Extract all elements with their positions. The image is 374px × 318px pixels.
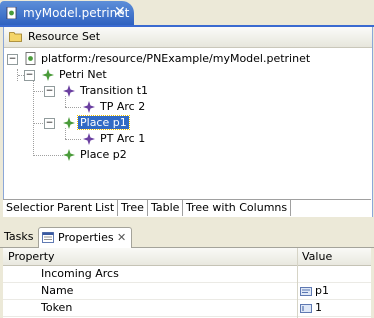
tree-item-root[interactable]: platform:/resource/PNExample/myModel.pet…: [41, 52, 310, 65]
transition-icon: [63, 85, 75, 97]
number-value-icon: [300, 304, 312, 313]
resource-set-label: Resource Set: [28, 30, 101, 43]
tree-connector: [65, 128, 66, 139]
place-icon: [63, 149, 75, 161]
tree-connector: [33, 155, 63, 156]
editor-panel: Resource Set − platform:/resource/PNExam…: [3, 27, 373, 217]
properties-icon: [42, 232, 54, 243]
tab-tree-with-columns[interactable]: Tree with Columns: [183, 200, 292, 216]
tree-item-transition[interactable]: Transition t1: [80, 84, 148, 97]
table-row[interactable]: Incoming Arcs: [3, 266, 371, 283]
property-name: Name: [41, 284, 74, 297]
tree-item-pt-arc[interactable]: PT Arc 1: [100, 132, 145, 145]
arc-icon: [83, 133, 95, 145]
property-value: 1: [315, 301, 322, 314]
tree-item-place-p1[interactable]: Place p1: [77, 115, 130, 130]
tree-connector: [33, 91, 43, 92]
tree-connector: [65, 139, 81, 140]
tree-connector: [65, 96, 66, 107]
file-icon: [6, 7, 17, 19]
editor-page-tabs: Selection Parent List Tree Table Tree wi…: [3, 199, 371, 217]
editor-tab-bar: myModel.petrinet ✕: [0, 0, 374, 26]
tab-tree[interactable]: Tree: [118, 200, 148, 216]
collapse-toggle-petri-net[interactable]: −: [24, 70, 35, 81]
column-divider: [297, 248, 298, 318]
tree-item-place-p2[interactable]: Place p2: [80, 148, 127, 161]
property-value: p1: [315, 284, 329, 297]
tab-list[interactable]: List: [92, 200, 119, 216]
collapse-toggle-place-p1[interactable]: −: [44, 118, 55, 129]
collapse-toggle-transition[interactable]: −: [44, 86, 55, 97]
column-header-value-label: Value: [302, 250, 333, 263]
close-icon[interactable]: ✕: [114, 4, 126, 20]
tab-properties[interactable]: Properties ✕: [38, 227, 132, 248]
tree-item-petri-net[interactable]: Petri Net: [59, 68, 107, 81]
table-row[interactable]: Name p1: [3, 283, 371, 300]
place-icon: [63, 117, 75, 129]
arc-icon: [83, 101, 95, 113]
view-tab-bar: Tasks Properties ✕: [0, 225, 374, 248]
text-value-icon: [300, 287, 312, 296]
properties-table: Property Value Incoming Arcs Name p1 Tok…: [3, 248, 371, 318]
tab-tasks[interactable]: Tasks: [4, 227, 33, 247]
tree-connector: [65, 107, 81, 108]
column-header-property-label: Property: [8, 250, 55, 263]
resource-set-icon: [9, 32, 22, 42]
tab-properties-label: Properties: [58, 231, 114, 244]
resource-set-bar: Resource Set: [4, 27, 372, 48]
property-name: Token: [41, 301, 73, 314]
tree-item-tp-arc[interactable]: TP Arc 2: [100, 100, 145, 113]
table-row[interactable]: Token 1: [3, 300, 371, 317]
tab-parent[interactable]: Parent: [54, 200, 97, 216]
close-icon[interactable]: ✕: [117, 228, 126, 248]
tab-selection[interactable]: Selection: [3, 200, 61, 216]
petrinet-icon: [42, 69, 54, 81]
collapse-toggle-root[interactable]: −: [7, 54, 18, 65]
file-icon: [25, 52, 36, 65]
tree-connector: [33, 123, 43, 124]
column-header-value[interactable]: Value: [298, 248, 371, 266]
editor-tab[interactable]: myModel.petrinet ✕: [0, 1, 134, 25]
tab-table[interactable]: Table: [148, 200, 184, 216]
column-header-property[interactable]: Property: [3, 248, 297, 266]
property-name: Incoming Arcs: [41, 267, 119, 280]
